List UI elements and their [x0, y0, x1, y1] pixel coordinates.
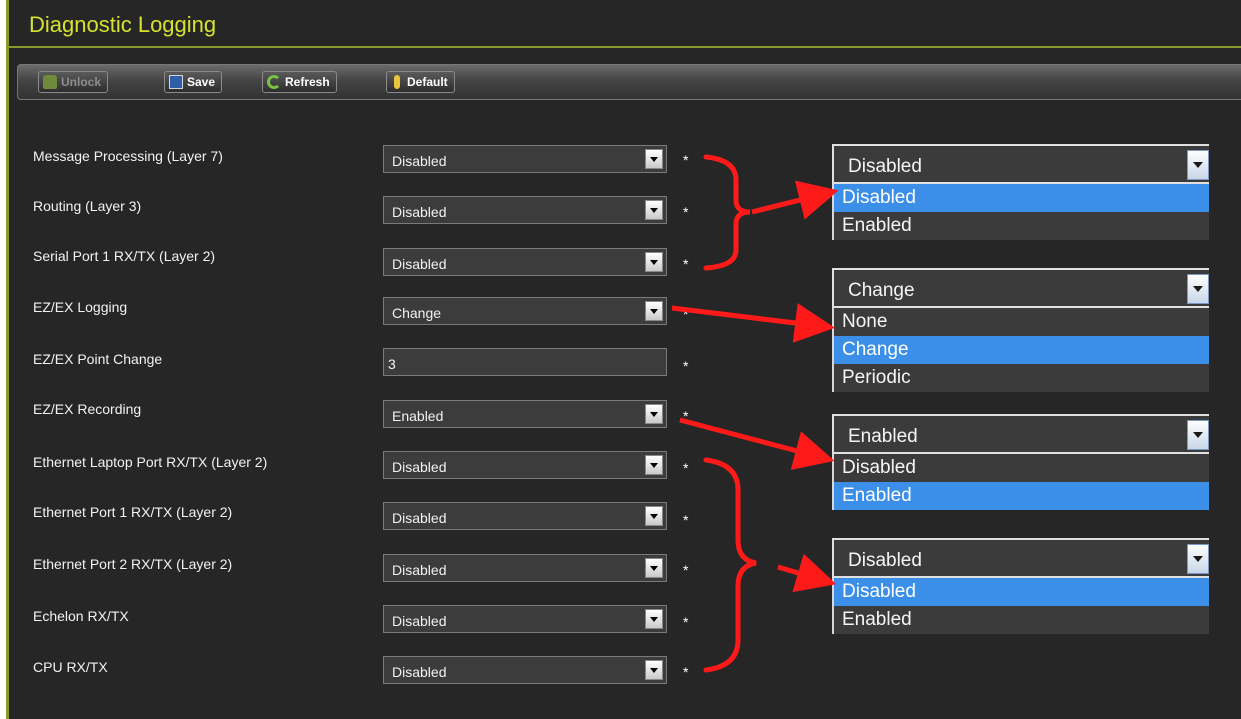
- annotation-overlay: [671, 154, 839, 673]
- arrow-to-popup-4: [777, 553, 837, 593]
- arrow-to-popup-1: [751, 180, 839, 220]
- bracket-top: [703, 154, 751, 271]
- arrow-to-popup-2: [671, 303, 835, 343]
- bracket-bottom: [703, 457, 757, 673]
- arrow-to-popup-3: [679, 417, 835, 470]
